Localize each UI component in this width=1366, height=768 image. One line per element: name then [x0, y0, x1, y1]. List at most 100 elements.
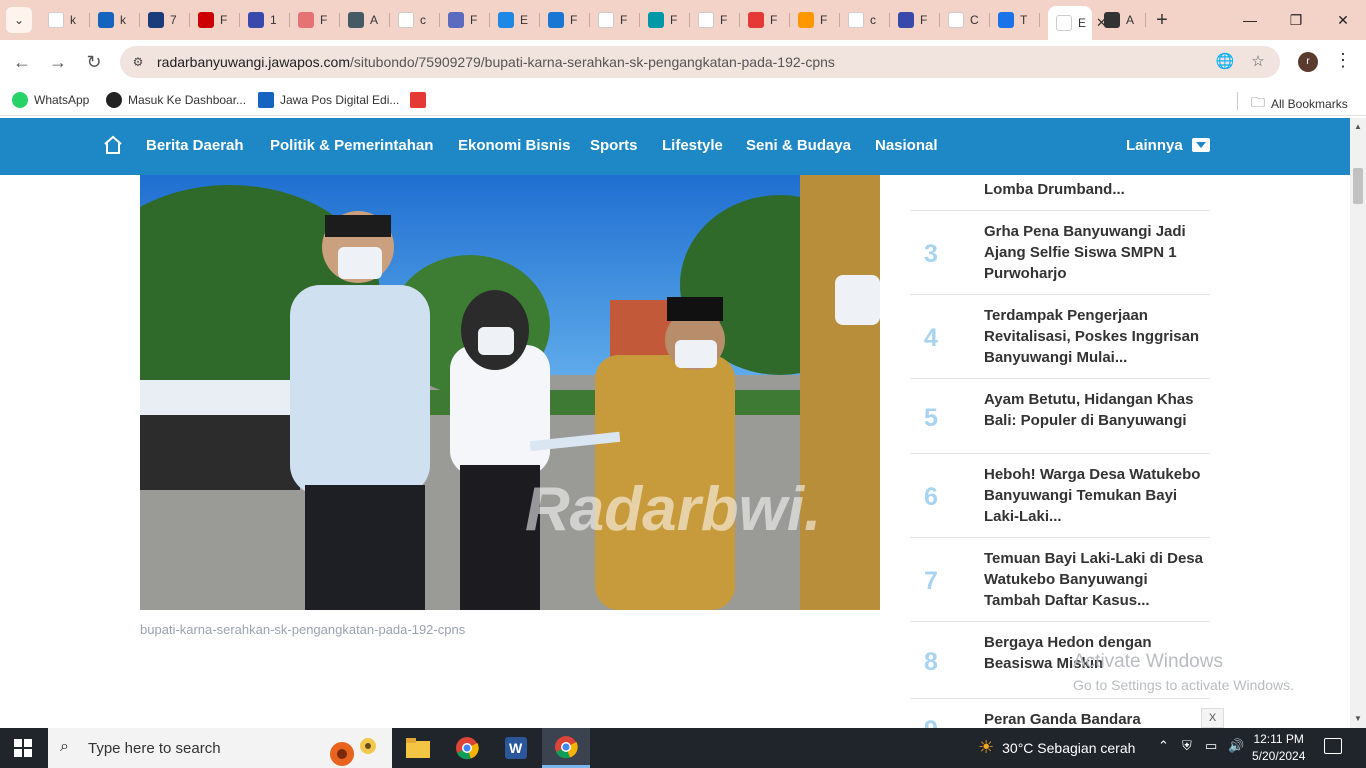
browser-tab[interactable]: F	[740, 6, 790, 34]
nav-politik-pemerintahan[interactable]: Politik & Pemerintahan	[270, 137, 433, 154]
browser-tab[interactable]: E ✕	[1048, 6, 1107, 40]
notification-icon[interactable]	[1324, 738, 1342, 754]
nav-lainnya[interactable]: Lainnya	[1126, 137, 1183, 154]
browser-tab[interactable]: 1	[240, 6, 290, 34]
scroll-up-icon[interactable]: ▲	[1354, 122, 1362, 131]
bookmark-item[interactable]: Jawa Pos Digital Edi...	[258, 92, 399, 108]
jdih-icon	[410, 92, 426, 108]
all-bookmarks-button[interactable]: 🗀 All Bookmarks	[1251, 92, 1348, 116]
browser-tab[interactable]: F	[540, 6, 590, 34]
bookmark-star-icon[interactable]: ☆	[1248, 52, 1268, 72]
popular-title[interactable]: Grha Pena Banyuwangi Jadi Ajang Selfie S…	[984, 221, 1204, 284]
popular-title[interactable]: Peran Ganda Bandara	[984, 709, 1204, 730]
browser-tab[interactable]: 7	[140, 6, 190, 34]
chevron-up-icon[interactable]: ⌃	[1158, 738, 1169, 754]
word-button[interactable]: W	[492, 728, 540, 768]
back-button[interactable]: ←	[10, 50, 34, 74]
folder-icon: 🗀	[1251, 94, 1265, 110]
browser-tab[interactable]: k	[40, 6, 90, 34]
popular-item[interactable]: 4 Terdampak Pengerjaan Revitalisasi, Posk…	[910, 295, 1210, 379]
browser-tab[interactable]: A	[1096, 6, 1146, 34]
reload-button[interactable]: ↻	[82, 50, 106, 74]
popular-title[interactable]: Temuan Bayi Laki-Laki di Desa Watukebo B…	[984, 548, 1204, 611]
browser-tab[interactable]: F	[790, 6, 840, 34]
tab-title: T	[1020, 13, 1028, 27]
browser-tab[interactable]: c	[840, 6, 890, 34]
file-explorer-button[interactable]	[394, 728, 442, 768]
browser-tab[interactable]: k	[90, 6, 140, 34]
close-window-button[interactable]: ✕	[1320, 0, 1366, 40]
windows-start-icon[interactable]	[14, 739, 32, 757]
nav-sports[interactable]: Sports	[590, 137, 638, 154]
browser-tab[interactable]: C	[940, 6, 990, 34]
popular-item[interactable]: 6 Heboh! Warga Desa Watukebo Banyuwangi T…	[910, 454, 1210, 538]
arrow-left-icon: ←	[13, 52, 31, 72]
display-icon[interactable]: ▭	[1205, 738, 1217, 754]
google-icon	[948, 12, 964, 28]
speaker-icon[interactable]: 🔊	[1228, 738, 1244, 754]
google-icon	[848, 12, 864, 28]
browser-tab[interactable]: T	[990, 6, 1040, 34]
network-shield-icon[interactable]: ⛨	[1182, 738, 1192, 754]
windows-taskbar: ⌕ Type here to search W ☀ 30°C Sebagian …	[0, 728, 1366, 768]
browser-tab[interactable]: A	[340, 6, 390, 34]
tab-search-button[interactable]: ⌄	[6, 7, 32, 33]
browser-tab[interactable]: F	[190, 6, 240, 34]
browser-tab[interactable]: c	[390, 6, 440, 34]
browser-tab[interactable]: F	[890, 6, 940, 34]
translate-icon[interactable]: 🌐	[1215, 52, 1235, 72]
scroll-thumb[interactable]	[1353, 168, 1363, 204]
popular-item[interactable]: 7 Temuan Bayi Laki-Laki di Desa Watukebo …	[910, 538, 1210, 622]
browser-tab[interactable]: F	[690, 6, 740, 34]
browser-tab[interactable]: E	[490, 6, 540, 34]
scroll-down-icon[interactable]: ▼	[1354, 714, 1362, 723]
menu-icon[interactable]: ⋮	[1334, 50, 1352, 71]
page-scrollbar[interactable]: ▲ ▼	[1350, 118, 1366, 728]
popular-title[interactable]: Lomba Drumband...	[984, 179, 1204, 200]
chrome-active-button[interactable]	[542, 728, 590, 768]
address-bar[interactable]: ⚙ radarbanyuwangi.jawapos.com/situbondo/…	[120, 46, 1280, 78]
weather-widget[interactable]: ☀ 30°C Sebagian cerah	[978, 737, 1135, 758]
popular-title[interactable]: Heboh! Warga Desa Watukebo Banyuwangi Te…	[984, 464, 1204, 527]
popular-title[interactable]: Terdampak Pengerjaan Revitalisasi, Poske…	[984, 305, 1204, 368]
nav-ekonomi-bisnis[interactable]: Ekonomi Bisnis	[458, 137, 571, 154]
jp-icon	[98, 12, 114, 28]
tab-title: F	[670, 13, 678, 27]
tab-separator	[1145, 13, 1146, 27]
tab-title: c	[420, 13, 426, 27]
site-info-icon[interactable]: ⚙	[130, 54, 146, 70]
word-icon: W	[505, 737, 527, 759]
popular-item[interactable]: 3 Grha Pena Banyuwangi Jadi Ajang Selfie …	[910, 211, 1210, 295]
browser-tab[interactable]: F	[640, 6, 690, 34]
taskbar-search[interactable]: ⌕ Type here to search	[48, 728, 392, 768]
popular-item[interactable]: Lomba Drumband...	[910, 155, 1210, 211]
bookmark-item[interactable]	[410, 92, 432, 108]
chrome-icon	[555, 735, 578, 758]
restore-button[interactable]: ❐	[1273, 0, 1319, 40]
browser-tab[interactable]: F	[590, 6, 640, 34]
caret-down-icon[interactable]	[1192, 138, 1210, 152]
nav-nasional[interactable]: Nasional	[875, 137, 938, 154]
browser-tab[interactable]: F	[440, 6, 490, 34]
glasses-icon	[1104, 12, 1120, 28]
url-text[interactable]: radarbanyuwangi.jawapos.com/situbondo/75…	[157, 54, 835, 70]
minimize-button[interactable]: —	[1227, 0, 1273, 40]
tab-title: F	[770, 13, 778, 27]
new-tab-button[interactable]: +	[1150, 8, 1174, 32]
nav-seni-budaya[interactable]: Seni & Budaya	[746, 137, 851, 154]
popular-item[interactable]: 5 Ayam Betutu, Hidangan Khas Bali: Popule…	[910, 379, 1210, 454]
bookmark-item[interactable]: Masuk Ke Dashboar...	[106, 92, 246, 108]
tab-title: F	[570, 13, 578, 27]
popular-title[interactable]: Ayam Betutu, Hidangan Khas Bali: Populer…	[984, 389, 1204, 431]
popular-rank: 4	[924, 324, 938, 352]
nav-lifestyle[interactable]: Lifestyle	[662, 137, 723, 154]
forward-button[interactable]: →	[46, 50, 70, 74]
chrome-button[interactable]	[443, 728, 491, 768]
close-ad-button[interactable]: X	[1201, 708, 1224, 728]
home-icon[interactable]	[102, 134, 124, 156]
browser-tab[interactable]: F	[290, 6, 340, 34]
bookmark-item[interactable]: WhatsApp	[12, 92, 89, 108]
system-clock[interactable]: 12:11 PM 5/20/2024	[1252, 731, 1305, 765]
profile-avatar[interactable]: r	[1298, 52, 1318, 72]
nav-berita-daerah[interactable]: Berita Daerah	[146, 137, 244, 154]
